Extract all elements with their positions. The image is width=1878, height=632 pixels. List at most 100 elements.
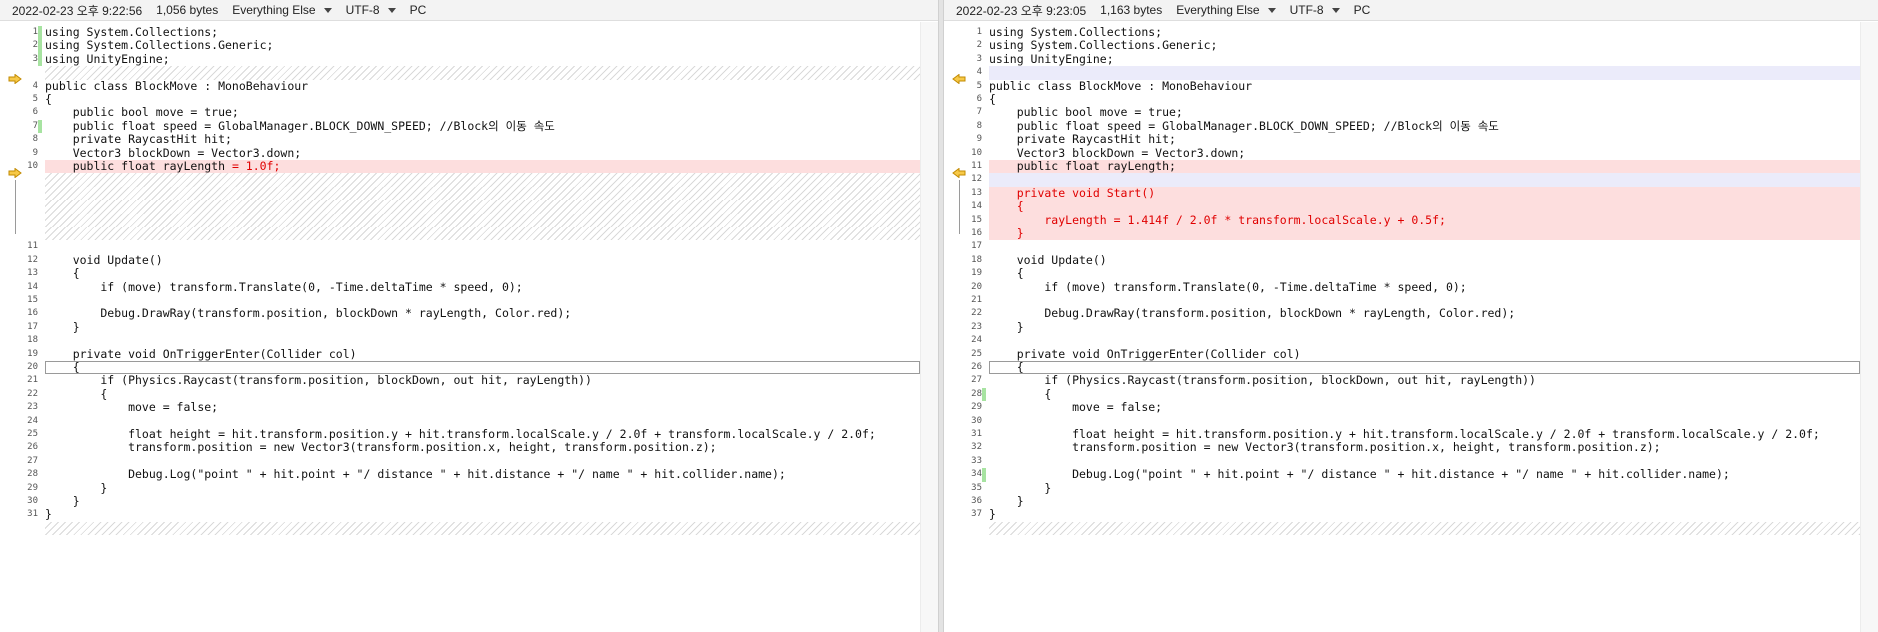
right-line-ending[interactable]: PC	[1354, 3, 1371, 17]
code-line[interactable]: 23 }	[944, 319, 1860, 334]
code-line[interactable]: 32 transform.position = new Vector3(tran…	[944, 441, 1860, 454]
code-line[interactable]: 21 if (Physics.Raycast(transform.positio…	[0, 374, 920, 387]
code-line[interactable]: 36 }	[944, 494, 1860, 508]
code-line[interactable]: 28 {	[944, 387, 1860, 402]
code-line[interactable]: 24	[0, 415, 920, 428]
left-scrollbar[interactable]	[920, 22, 938, 632]
code-text-main: {	[45, 266, 80, 281]
line-background	[989, 521, 1860, 536]
code-line[interactable]: 31 float height = hit.transform.position…	[944, 427, 1860, 441]
code-text-main: public class BlockMove : MonoBehaviour	[989, 78, 1253, 93]
line-gutter: 11	[944, 160, 988, 179]
code-line[interactable]: 37}	[944, 508, 1860, 521]
code-line[interactable]	[0, 173, 920, 187]
code-line[interactable]: 3 using UnityEngine;	[0, 52, 920, 67]
code-line[interactable]: 15	[0, 294, 920, 307]
left-code-view[interactable]: 1 using System.Collections; 2 using System.…	[0, 22, 938, 632]
code-line[interactable]: 21	[944, 294, 1860, 307]
code-text-main: using System.Collections.Generic;	[989, 38, 1218, 53]
line-gutter: 15	[0, 294, 44, 307]
code-line[interactable]: 10 Vector3 blockDown = Vector3.down;	[944, 146, 1860, 160]
code-line[interactable]: 19 private void OnTriggerEnter(Collider …	[0, 347, 920, 361]
code-line[interactable]: 19 {	[944, 266, 1860, 280]
code-line[interactable]: 4 public class BlockMove : MonoBehaviour	[0, 79, 920, 93]
code-line[interactable]	[0, 66, 920, 85]
code-text: if (move) transform.Translate(0, -Time.d…	[989, 280, 1466, 294]
left-filter-dropdown[interactable]: Everything Else	[232, 3, 332, 17]
code-line[interactable]: 24	[944, 334, 1860, 347]
code-line[interactable]: 26 {	[944, 360, 1860, 375]
code-line[interactable]	[0, 227, 920, 241]
diff-arrow-icon[interactable]	[952, 69, 966, 85]
code-line[interactable]: 3 using UnityEngine;	[944, 52, 1860, 66]
code-line[interactable]: 31}	[0, 508, 920, 521]
right-filter-dropdown[interactable]: Everything Else	[1176, 3, 1276, 17]
right-encoding-dropdown[interactable]: UTF-8	[1290, 3, 1340, 17]
code-line[interactable]	[0, 200, 920, 214]
code-line[interactable]: 13 {	[0, 266, 920, 281]
code-line[interactable]: 25 private void OnTriggerEnter(Collider …	[944, 347, 1860, 361]
code-line[interactable]: 6{	[944, 92, 1860, 106]
code-line[interactable]: 30	[944, 415, 1860, 428]
code-line[interactable]: 5 public class BlockMove : MonoBehaviour	[944, 78, 1860, 93]
code-line[interactable]: 4	[944, 66, 1860, 85]
code-line[interactable]: 7 public float speed = GlobalManager.BLO…	[0, 119, 920, 134]
code-line[interactable]: 1 using System.Collections;	[0, 25, 920, 40]
code-line[interactable]: 14 if (move) transform.Translate(0, -Tim…	[0, 280, 920, 294]
line-gutter: 10	[0, 160, 44, 179]
code-text-main: Debug.Log("point " + hit.point + "/ dist…	[45, 467, 786, 482]
code-text-main: }	[989, 319, 1024, 334]
code-line[interactable]: 27 if (Physics.Raycast(transform.positio…	[944, 374, 1860, 387]
code-line[interactable]: 10 public float rayLength = 1.0f;	[0, 159, 920, 179]
code-line[interactable]: 17 }	[0, 320, 920, 334]
diff-arrow-icon[interactable]	[952, 163, 966, 179]
code-line[interactable]	[0, 186, 920, 201]
code-line[interactable]: 5{	[0, 92, 920, 106]
right-code-view[interactable]: 1 using System.Collections; 2 using System.…	[944, 22, 1878, 632]
code-line[interactable]: 9 Vector3 blockDown = Vector3.down;	[0, 146, 920, 160]
left-encoding-dropdown[interactable]: UTF-8	[346, 3, 396, 17]
code-line[interactable]: 27	[0, 455, 920, 468]
code-line[interactable]: 30 }	[0, 494, 920, 508]
code-line[interactable]: 13 private void Start()	[944, 186, 1860, 201]
code-line[interactable]: 9 private RaycastHit hit;	[944, 132, 1860, 146]
code-line[interactable]: 25 float height = hit.transform.position…	[0, 427, 920, 441]
code-line[interactable]	[944, 521, 1860, 536]
code-line[interactable]: 11 public float rayLength;	[944, 159, 1860, 179]
code-line[interactable]: 2 using System.Collections.Generic;	[944, 39, 1860, 52]
code-line[interactable]: 17	[944, 240, 1860, 253]
code-line[interactable]: 8 public float speed = GlobalManager.BLO…	[944, 119, 1860, 133]
code-line[interactable]: 15 rayLength = 1.414f / 2.0f * transform…	[944, 213, 1860, 227]
code-line[interactable]: 22 Debug.DrawRay(transform.position, blo…	[944, 307, 1860, 320]
code-line[interactable]: 6 public bool move = true;	[0, 106, 920, 119]
code-line[interactable]: 29 move = false;	[944, 400, 1860, 414]
code-line[interactable]	[0, 213, 920, 227]
code-line[interactable]	[0, 521, 920, 536]
code-line[interactable]: 12	[944, 173, 1860, 187]
code-line[interactable]: 22 {	[0, 387, 920, 401]
code-line[interactable]: 12 void Update()	[0, 253, 920, 267]
diff-arrow-icon[interactable]	[8, 69, 22, 85]
code-line[interactable]: 20 if (move) transform.Translate(0, -Tim…	[944, 280, 1860, 294]
code-line[interactable]: 11	[0, 240, 920, 253]
code-line[interactable]: 14 {	[944, 199, 1860, 214]
diff-arrow-icon[interactable]	[8, 163, 22, 179]
left-line-ending[interactable]: PC	[410, 3, 427, 17]
code-line[interactable]: 33	[944, 455, 1860, 468]
code-line[interactable]: 16 Debug.DrawRay(transform.position, blo…	[0, 307, 920, 320]
code-line[interactable]: 1 using System.Collections;	[944, 25, 1860, 39]
code-line[interactable]: 20 {	[0, 360, 920, 375]
code-line[interactable]: 34 Debug.Log("point " + hit.point + "/ d…	[944, 467, 1860, 482]
code-line[interactable]: 28 Debug.Log("point " + hit.point + "/ d…	[0, 467, 920, 482]
code-line[interactable]: 26 transform.position = new Vector3(tran…	[0, 441, 920, 454]
code-line[interactable]: 18	[0, 334, 920, 347]
code-line[interactable]: 23 move = false;	[0, 400, 920, 414]
code-line[interactable]: 18 void Update()	[944, 253, 1860, 267]
code-line[interactable]: 16 }	[944, 226, 1860, 241]
code-line[interactable]: 7 public bool move = true;	[944, 106, 1860, 119]
right-scrollbar[interactable]	[1860, 22, 1878, 632]
code-line[interactable]: 35 }	[944, 481, 1860, 495]
code-line[interactable]: 2 using System.Collections.Generic;	[0, 39, 920, 53]
code-line[interactable]: 29 }	[0, 481, 920, 495]
code-line[interactable]: 8 private RaycastHit hit;	[0, 132, 920, 146]
